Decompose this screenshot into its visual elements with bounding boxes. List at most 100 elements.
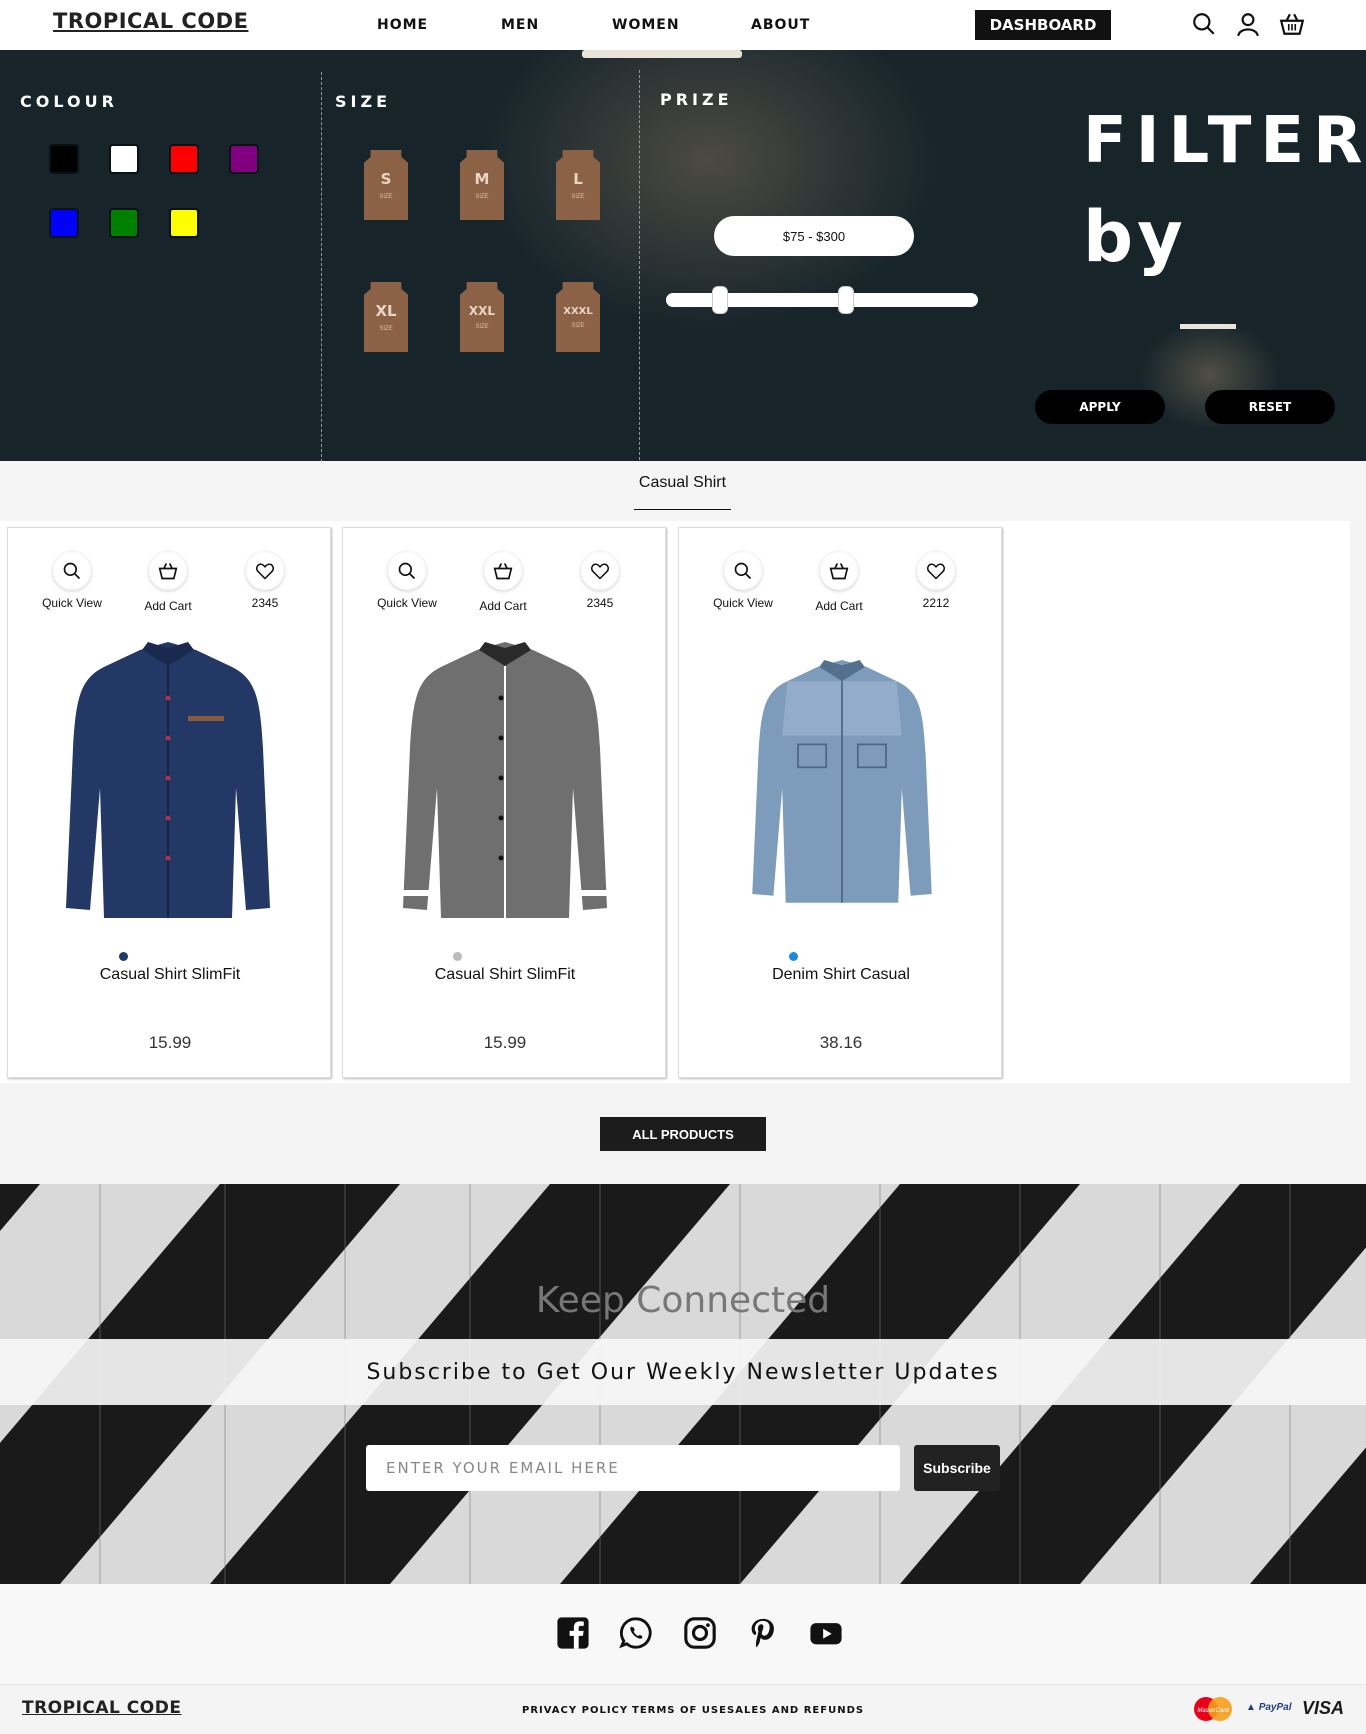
quick-view-label: Quick View	[42, 596, 102, 610]
logo[interactable]: TROPICAL CODE	[53, 9, 248, 33]
like-button[interactable]: 2212	[896, 552, 976, 610]
newsletter-subtitle: Subscribe to Get Our Weekly Newsletter U…	[0, 1339, 1366, 1405]
visa-icon: VISA	[1302, 1698, 1345, 1718]
size-label: XXL	[468, 304, 496, 318]
size-sub-label: SIZE	[379, 326, 393, 332]
quick-view-button[interactable]: Quick View	[703, 552, 783, 610]
divider	[321, 72, 322, 461]
terms-of-use-link[interactable]: TERMS OF USE	[632, 1705, 727, 1716]
paypal-label: PayPal	[1258, 1702, 1292, 1713]
add-cart-button[interactable]: Add Cart	[463, 552, 543, 613]
colour-swatch[interactable]	[169, 208, 199, 238]
add-cart-button[interactable]: Add Cart	[128, 552, 208, 613]
product-price: 15.99	[483, 1033, 527, 1052]
dashboard-button[interactable]: DASHBOARD	[975, 10, 1111, 40]
price-slider-min-handle[interactable]	[712, 286, 728, 314]
price-slider-max-handle[interactable]	[838, 286, 854, 314]
size-sub-label: SIZE	[571, 194, 585, 200]
filter-title: FILTER	[1083, 104, 1366, 178]
keep-connected-heading: Keep Connected	[535, 1280, 831, 1321]
colour-title: COLOUR	[20, 92, 118, 111]
product-price: 38.16	[819, 1033, 863, 1052]
filter-title-by: by	[1083, 196, 1187, 278]
like-count: 2212	[922, 596, 950, 610]
colour-swatch[interactable]	[169, 144, 199, 174]
basket-icon	[829, 563, 849, 580]
filter-panel: COLOUR SIZE PRIZE S SIZE M SIZE L SIZE XL SI…	[0, 50, 1366, 461]
social-bar	[0, 1584, 1366, 1684]
footer: TROPICAL CODE PRIVACY POLICY TERMS OF US…	[0, 1684, 1366, 1734]
search-icon	[734, 562, 752, 580]
product-price: 15.99	[148, 1033, 192, 1052]
size-tag-l[interactable]: L SIZE	[555, 150, 601, 235]
reset-button[interactable]: RESET	[1205, 390, 1335, 424]
basket-icon[interactable]	[1279, 11, 1305, 37]
nav-home[interactable]: HOME	[377, 17, 428, 33]
whatsapp-icon[interactable]	[619, 1616, 653, 1650]
subscribe-button[interactable]: Subscribe	[914, 1445, 1000, 1491]
sales-and-refunds-link[interactable]: SALES AND REFUNDS	[727, 1705, 864, 1716]
size-tag-xxl[interactable]: XXL SIZE	[459, 282, 505, 367]
quick-view-button[interactable]: Quick View	[32, 552, 112, 610]
colour-swatch[interactable]	[229, 144, 259, 174]
size-sub-label: SIZE	[475, 324, 489, 330]
basket-icon	[493, 563, 513, 580]
search-icon	[63, 562, 81, 580]
product-name[interactable]: Casual Shirt SlimFit	[343, 966, 667, 984]
colour-swatch[interactable]	[109, 208, 139, 238]
size-tag-m[interactable]: M SIZE	[459, 150, 505, 235]
like-button[interactable]: 2345	[225, 552, 305, 610]
add-cart-label: Add Cart	[144, 599, 192, 613]
product-card[interactable]: Quick View Add Cart 2212 Denim Shirt Cas…	[678, 527, 1002, 1078]
product-card[interactable]: Quick View Add Cart 2345 Casual Shirt Sl…	[7, 527, 331, 1078]
colour-swatch[interactable]	[49, 144, 79, 174]
paypal-icon: ▲ PayPal	[1246, 1702, 1292, 1713]
like-button[interactable]: 2345	[560, 552, 640, 610]
privacy-policy-link[interactable]: PRIVACY POLICY	[522, 1705, 628, 1716]
nav-women[interactable]: WOMEN	[612, 17, 680, 33]
footer-logo[interactable]: TROPICAL CODE	[22, 1698, 181, 1718]
quick-view-button[interactable]: Quick View	[367, 552, 447, 610]
colour-swatch[interactable]	[109, 144, 139, 174]
product-image-navy-shirt[interactable]	[60, 638, 276, 928]
search-icon[interactable]	[1191, 11, 1217, 37]
colour-swatch[interactable]	[49, 208, 79, 238]
prize-title: PRIZE	[660, 90, 733, 109]
colour-dot	[453, 952, 462, 961]
product-card[interactable]: Quick View Add Cart 2345 Casual Shirt Sl…	[342, 527, 666, 1078]
colour-dot	[789, 952, 798, 961]
product-name[interactable]: Denim Shirt Casual	[679, 966, 1003, 984]
size-label: XXXL	[563, 305, 593, 317]
pinterest-icon[interactable]	[746, 1616, 780, 1650]
add-cart-label: Add Cart	[479, 599, 527, 613]
product-image-denim-shirt[interactable]	[747, 654, 937, 914]
search-icon	[398, 562, 416, 580]
basket-icon	[158, 563, 178, 580]
size-tag-xxxl[interactable]: XXXL SIZE	[555, 282, 601, 367]
divider	[639, 70, 640, 460]
all-products-button[interactable]: ALL PRODUCTS	[600, 1117, 766, 1151]
size-label: M	[474, 170, 490, 188]
product-image-grey-shirt[interactable]	[397, 638, 613, 928]
size-sub-label: SIZE	[379, 194, 393, 200]
size-label: XL	[375, 302, 397, 320]
size-tag-s[interactable]: S SIZE	[363, 150, 409, 235]
add-cart-button[interactable]: Add Cart	[799, 552, 879, 613]
product-name[interactable]: Casual Shirt SlimFit	[8, 966, 332, 984]
tab-casual-shirt[interactable]: Casual Shirt	[634, 474, 731, 510]
user-icon[interactable]	[1235, 11, 1261, 37]
colour-dot	[119, 952, 128, 961]
youtube-icon[interactable]	[809, 1616, 843, 1650]
nav-men[interactable]: MEN	[501, 17, 539, 33]
apply-button[interactable]: APPLY	[1035, 390, 1165, 424]
heart-icon	[927, 563, 945, 580]
size-tag-xl[interactable]: XL SIZE	[363, 282, 409, 367]
ceiling-lamp	[582, 50, 742, 58]
nav-about[interactable]: ABOUT	[751, 17, 810, 33]
instagram-icon[interactable]	[683, 1616, 717, 1650]
facebook-icon[interactable]	[556, 1616, 590, 1650]
email-input[interactable]	[366, 1445, 900, 1491]
price-slider[interactable]	[666, 286, 978, 314]
size-title: SIZE	[335, 92, 392, 111]
size-label: L	[573, 170, 583, 188]
